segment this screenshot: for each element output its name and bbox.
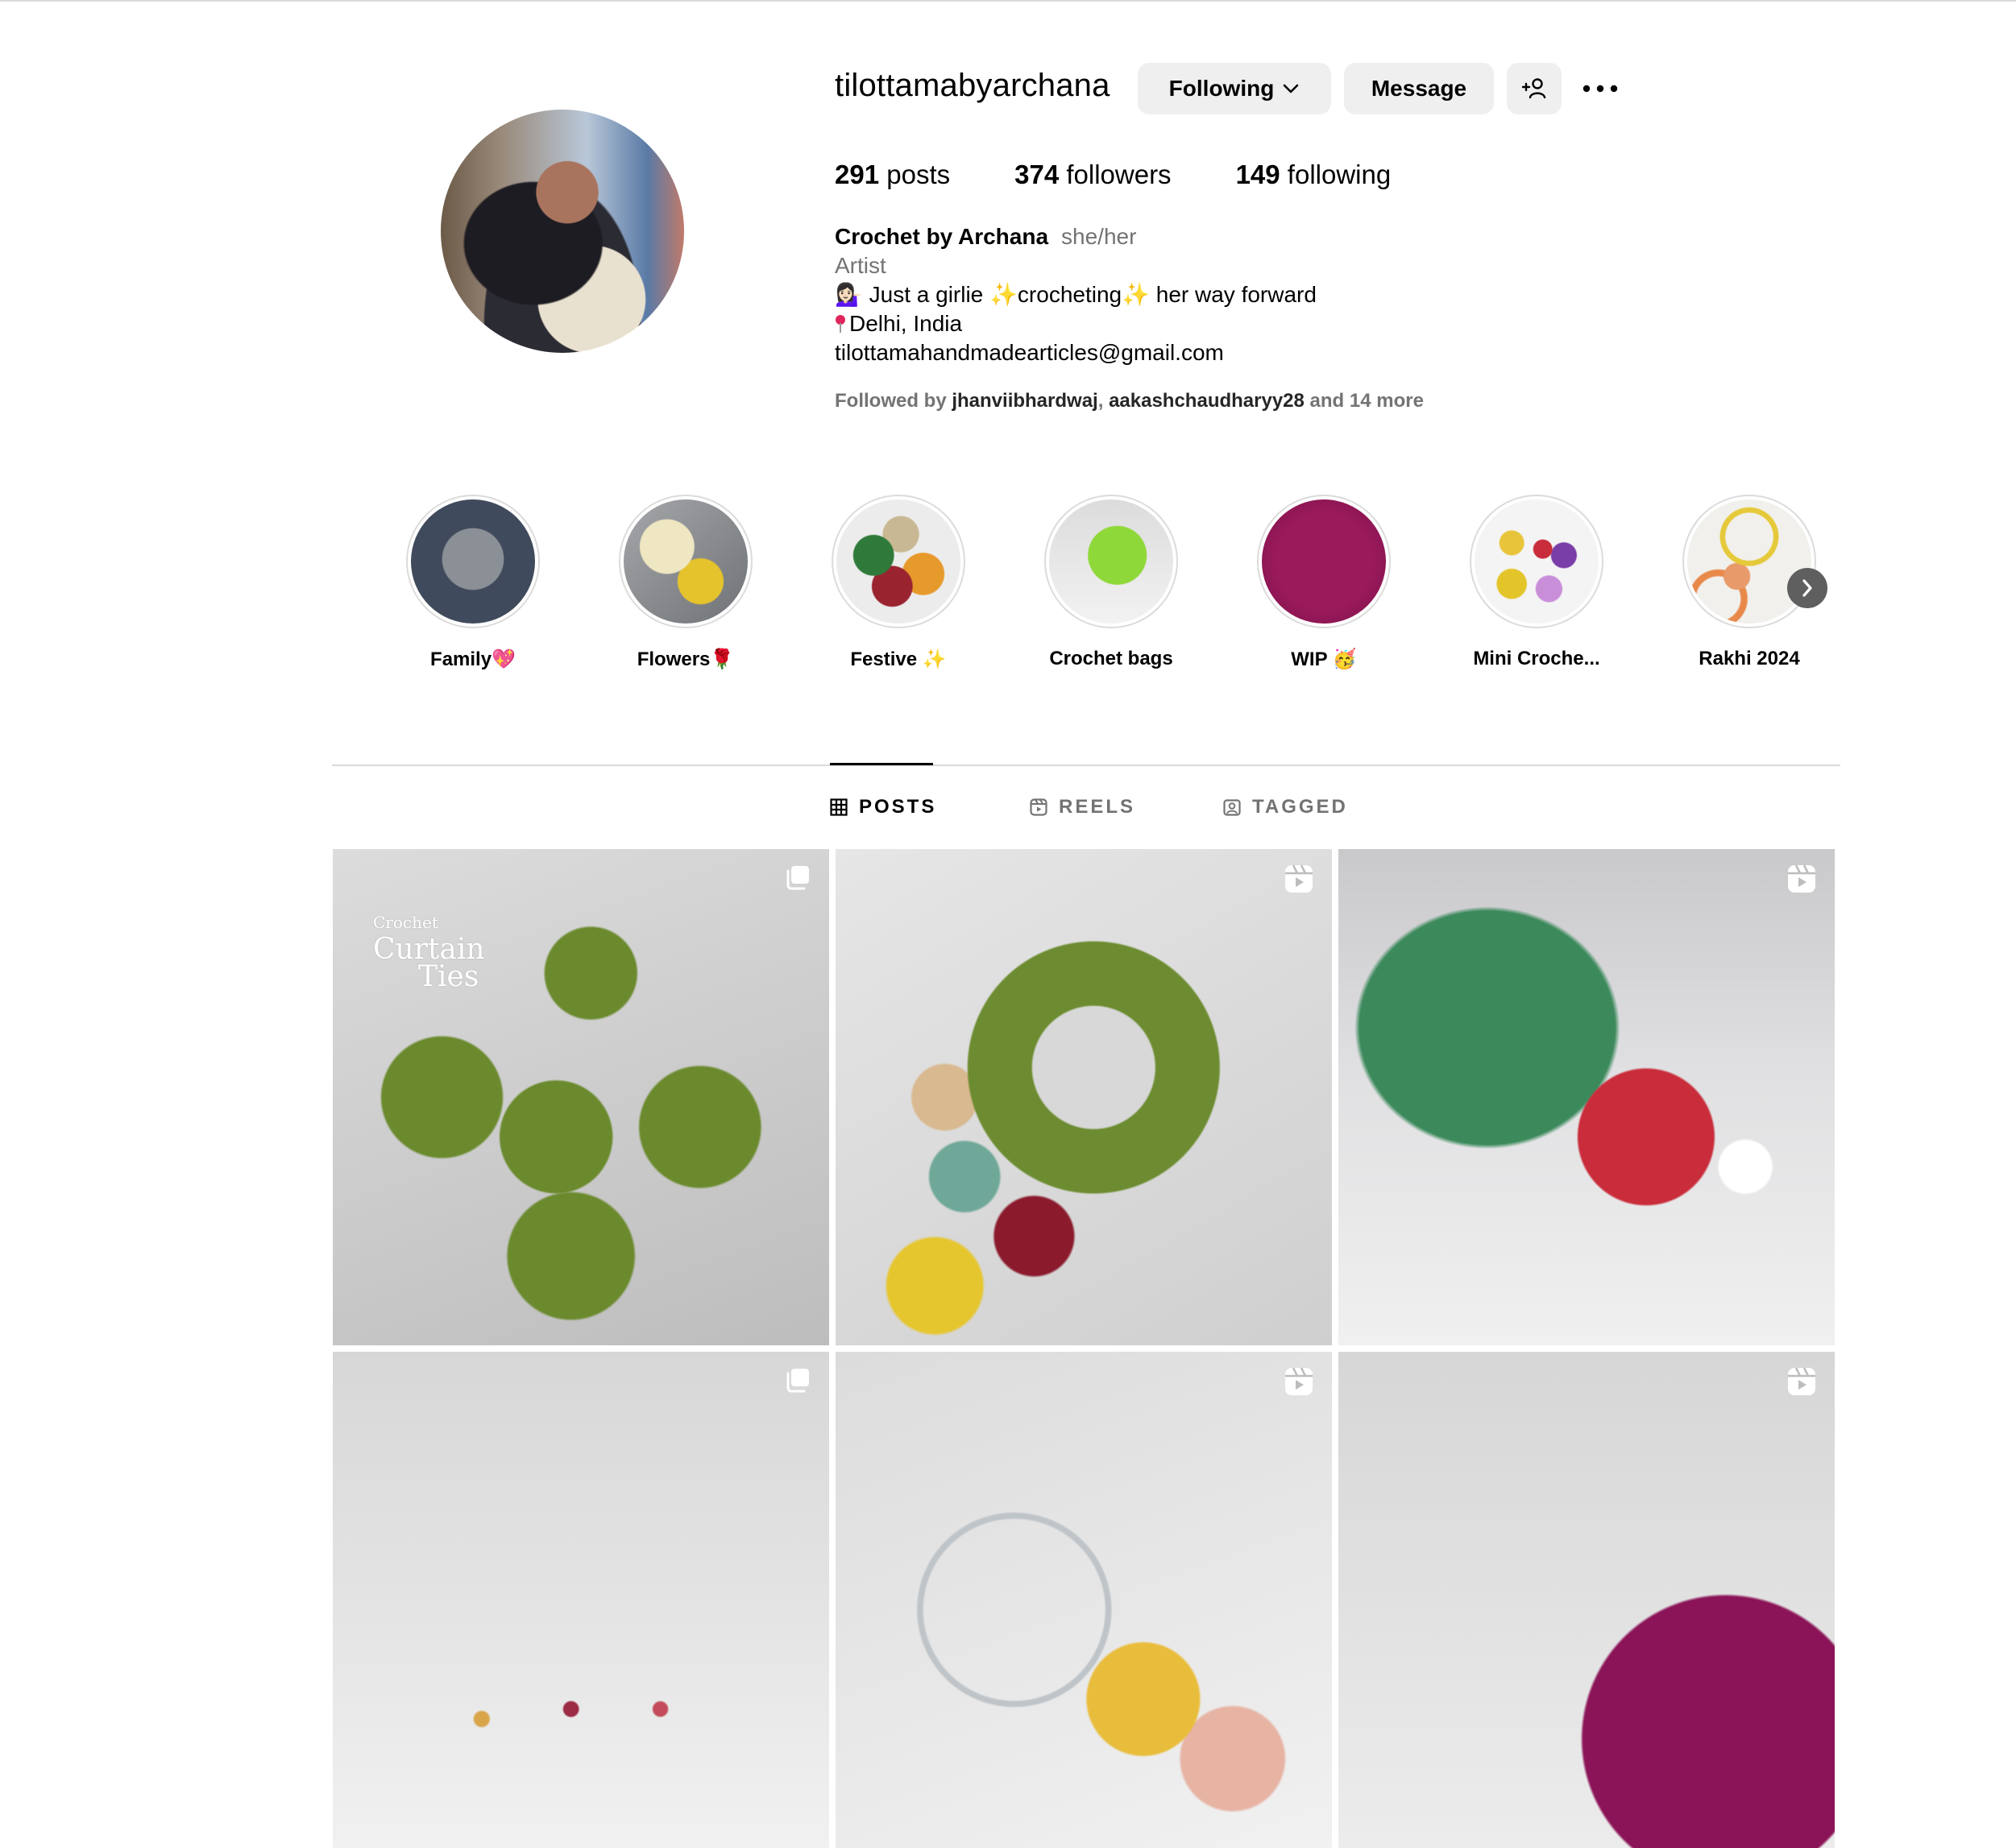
- highlight-cover: [1475, 499, 1599, 624]
- bio-text-1: 💁🏻‍♀️ Just a girlie: [835, 282, 990, 307]
- bio-line: 💁🏻‍♀️ Just a girlie ✨crocheting✨ her way…: [835, 280, 1317, 309]
- profile-bio: Crochet by Archana she/her Artist 💁🏻‍♀️ J…: [835, 222, 1317, 367]
- following-stat[interactable]: 149 following: [1236, 160, 1392, 190]
- category-label: Artist: [835, 253, 886, 278]
- chevron-right-icon: [1802, 579, 1812, 597]
- following-count: 149: [1235, 160, 1280, 189]
- highlight-ring: [1682, 495, 1816, 628]
- following-button[interactable]: Following: [1138, 63, 1331, 114]
- highlight-label: Crochet bags: [1049, 648, 1173, 669]
- reels-icon: [1788, 1367, 1815, 1395]
- post-tile[interactable]: [1338, 849, 1835, 1345]
- highlight-cover: [1262, 499, 1386, 624]
- posts-count: 291: [835, 160, 880, 189]
- active-tab-indicator: [830, 763, 933, 765]
- followed-by-suffix: and 14 more: [1304, 390, 1424, 412]
- tab-tagged[interactable]: TAGGED: [1223, 796, 1348, 818]
- more-options-icon: [1583, 85, 1618, 93]
- highlight-item[interactable]: Crochet bags: [1018, 495, 1204, 670]
- highlight-ring: [832, 495, 965, 628]
- sparkle-icon: ✨: [1122, 282, 1150, 307]
- profile-username: tilottamabyarchana: [835, 68, 1110, 103]
- highlight-label: Mini Croche...: [1473, 648, 1600, 669]
- add-person-icon: [1521, 78, 1546, 99]
- tabs-divider: [332, 764, 1840, 766]
- message-button[interactable]: Message: [1344, 63, 1494, 114]
- location-text: Delhi, India: [849, 311, 963, 336]
- overlay-line: Crochet: [373, 913, 438, 932]
- highlight-label: Rakhi 2024: [1699, 648, 1800, 669]
- followers-stat[interactable]: 374 followers: [1014, 160, 1171, 190]
- highlight-label: Festive ✨: [850, 648, 947, 670]
- followed-by[interactable]: Followed by jhanviibhardwaj, aakashchaud…: [835, 390, 1424, 412]
- highlight-item[interactable]: Family💖: [380, 495, 566, 671]
- chevron-down-icon: [1284, 84, 1299, 93]
- highlight-label: Flowers🌹: [637, 648, 735, 670]
- highlight-label: Family💖: [430, 648, 516, 670]
- reels-icon: [1030, 798, 1047, 816]
- followed-by-prefix: Followed by: [835, 390, 952, 412]
- profile-stats: 291 posts 374 followers 149 following: [835, 160, 1455, 190]
- tab-reels[interactable]: REELS: [1030, 796, 1135, 818]
- pronouns: she/her: [1061, 224, 1137, 249]
- post-overlay-text: Crochet Curtain Ties: [373, 909, 485, 993]
- profile-avatar[interactable]: [441, 110, 684, 353]
- reels-icon: [1788, 864, 1815, 893]
- message-button-label: Message: [1371, 76, 1467, 101]
- grid-icon: [830, 798, 848, 816]
- more-options-button[interactable]: [1579, 68, 1621, 110]
- followed-by-user[interactable]: jhanviibhardwaj: [952, 390, 1097, 412]
- highlight-ring: [1044, 495, 1178, 628]
- followers-count: 374: [1014, 160, 1060, 189]
- followed-by-sep: ,: [1097, 390, 1110, 412]
- highlight-ring: [619, 495, 753, 628]
- location-pin-icon: [835, 315, 846, 333]
- tab-label: REELS: [1059, 796, 1136, 818]
- overlay-line: Curtain: [373, 933, 485, 966]
- suggested-users-button[interactable]: [1507, 63, 1562, 114]
- highlight-ring: [1257, 495, 1391, 628]
- highlight-cover: [836, 499, 960, 624]
- highlight-item[interactable]: Flowers🌹: [593, 495, 778, 671]
- reels-icon: [1285, 1367, 1313, 1395]
- highlights-next-button[interactable]: [1787, 568, 1827, 608]
- display-name: Crochet by Archana: [835, 224, 1049, 249]
- location-line: Delhi, India: [835, 309, 1317, 338]
- reels-icon: [1285, 864, 1313, 893]
- highlight-item[interactable]: Festive ✨: [806, 495, 991, 671]
- followers-label: followers: [1066, 160, 1172, 189]
- following-label: following: [1287, 160, 1392, 189]
- highlight-ring: [1470, 495, 1603, 628]
- post-tile[interactable]: [1338, 1352, 1835, 1848]
- posts-label: posts: [886, 160, 951, 189]
- highlight-cover: [411, 499, 535, 624]
- highlight-label: WIP 🥳: [1291, 648, 1357, 670]
- tab-posts[interactable]: POSTS: [830, 796, 936, 818]
- tab-label: POSTS: [859, 796, 937, 818]
- highlight-cover: [624, 499, 748, 624]
- bio-text-3: her way forward: [1149, 282, 1317, 307]
- post-tile[interactable]: [836, 1352, 1332, 1848]
- tab-label: TAGGED: [1252, 796, 1348, 818]
- tagged-icon: [1223, 799, 1241, 816]
- post-tile[interactable]: Crochet Curtain Ties: [333, 849, 829, 1345]
- highlight-ring: [406, 495, 540, 628]
- followed-by-user[interactable]: aakashchaudharyy28: [1109, 390, 1305, 412]
- carousel-icon: [786, 866, 809, 890]
- highlight-cover: [1049, 499, 1173, 624]
- highlight-item[interactable]: Mini Croche...: [1444, 495, 1629, 670]
- overlay-line: Ties: [418, 960, 479, 993]
- posts-stat: 291 posts: [835, 160, 950, 190]
- post-tile[interactable]: [333, 1352, 829, 1848]
- post-tile[interactable]: [836, 849, 1332, 1345]
- sparkle-icon: ✨: [989, 282, 1018, 307]
- bio-text-2: crocheting: [1017, 282, 1122, 307]
- highlight-item[interactable]: WIP 🥳: [1231, 495, 1417, 671]
- highlight-cover: [1687, 499, 1811, 624]
- top-border: [0, 0, 2016, 2]
- carousel-icon: [786, 1369, 809, 1393]
- following-button-label: Following: [1168, 76, 1275, 101]
- email-link[interactable]: tilottamahandmadearticles@gmail.com: [835, 338, 1317, 367]
